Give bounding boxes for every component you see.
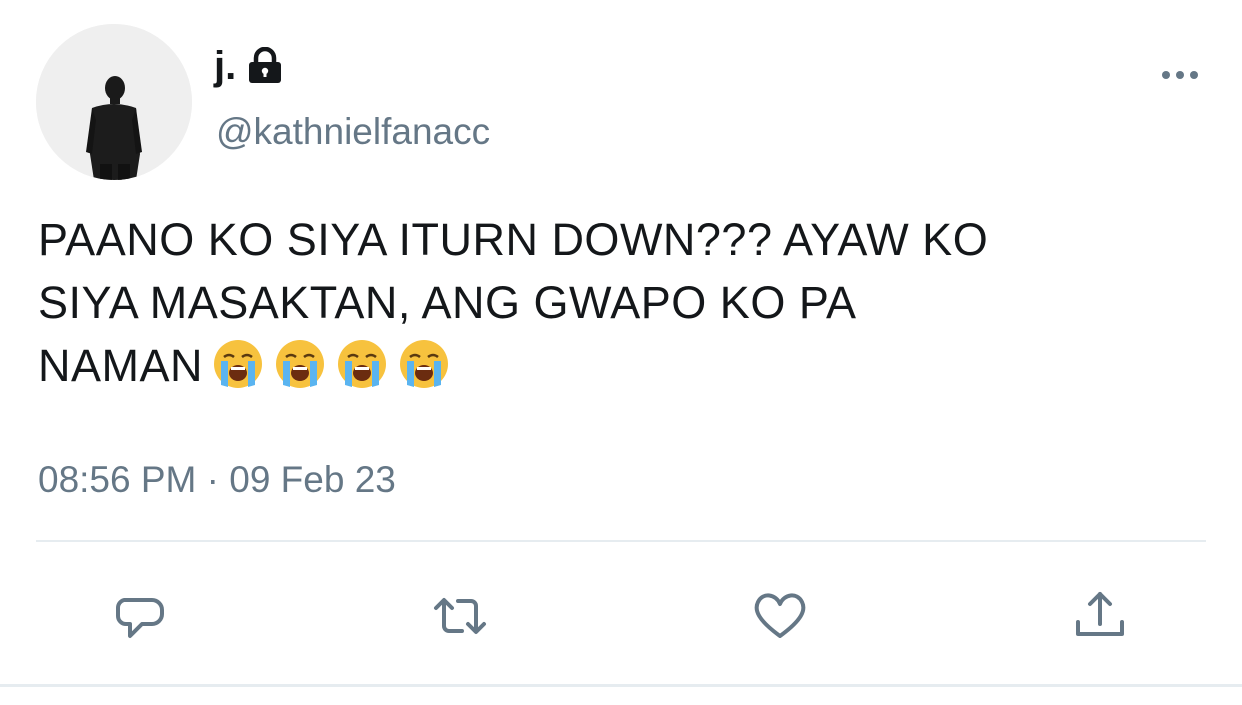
loudly-crying-face-icon bbox=[397, 337, 451, 391]
loudly-crying-face-icon bbox=[335, 337, 389, 391]
tweet-text-line-1: PAANO KO SIYA ITURN DOWN??? AYAW KO bbox=[38, 214, 989, 265]
lock-icon bbox=[244, 46, 286, 85]
display-name[interactable]: j. bbox=[214, 46, 286, 86]
loudly-crying-face-icon bbox=[211, 337, 265, 391]
tweet-text-line-3: NAMAN bbox=[38, 334, 1198, 397]
divider bbox=[36, 540, 1206, 542]
heart-icon[interactable] bbox=[750, 586, 810, 646]
user-handle[interactable]: @kathnielfanacc bbox=[216, 112, 490, 152]
reply-icon[interactable] bbox=[110, 586, 170, 646]
more-options-icon[interactable] bbox=[1158, 62, 1202, 88]
avatar-image bbox=[36, 24, 192, 180]
tweet-timestamp[interactable]: 08:56 PM · 09 Feb 23 bbox=[38, 458, 396, 502]
tweet-text-line-3-text: NAMAN bbox=[38, 340, 204, 391]
bottom-divider bbox=[0, 684, 1242, 687]
tweet-text-line-2: SIYA MASAKTAN, ANG GWAPO KO PA bbox=[38, 277, 857, 328]
avatar[interactable] bbox=[36, 24, 192, 180]
retweet-icon[interactable] bbox=[430, 586, 490, 646]
loudly-crying-face-icon bbox=[273, 337, 327, 391]
tweet-text: PAANO KO SIYA ITURN DOWN??? AYAW KO SIYA… bbox=[38, 208, 1198, 397]
display-name-text: j. bbox=[214, 44, 237, 88]
share-icon[interactable] bbox=[1070, 586, 1130, 646]
